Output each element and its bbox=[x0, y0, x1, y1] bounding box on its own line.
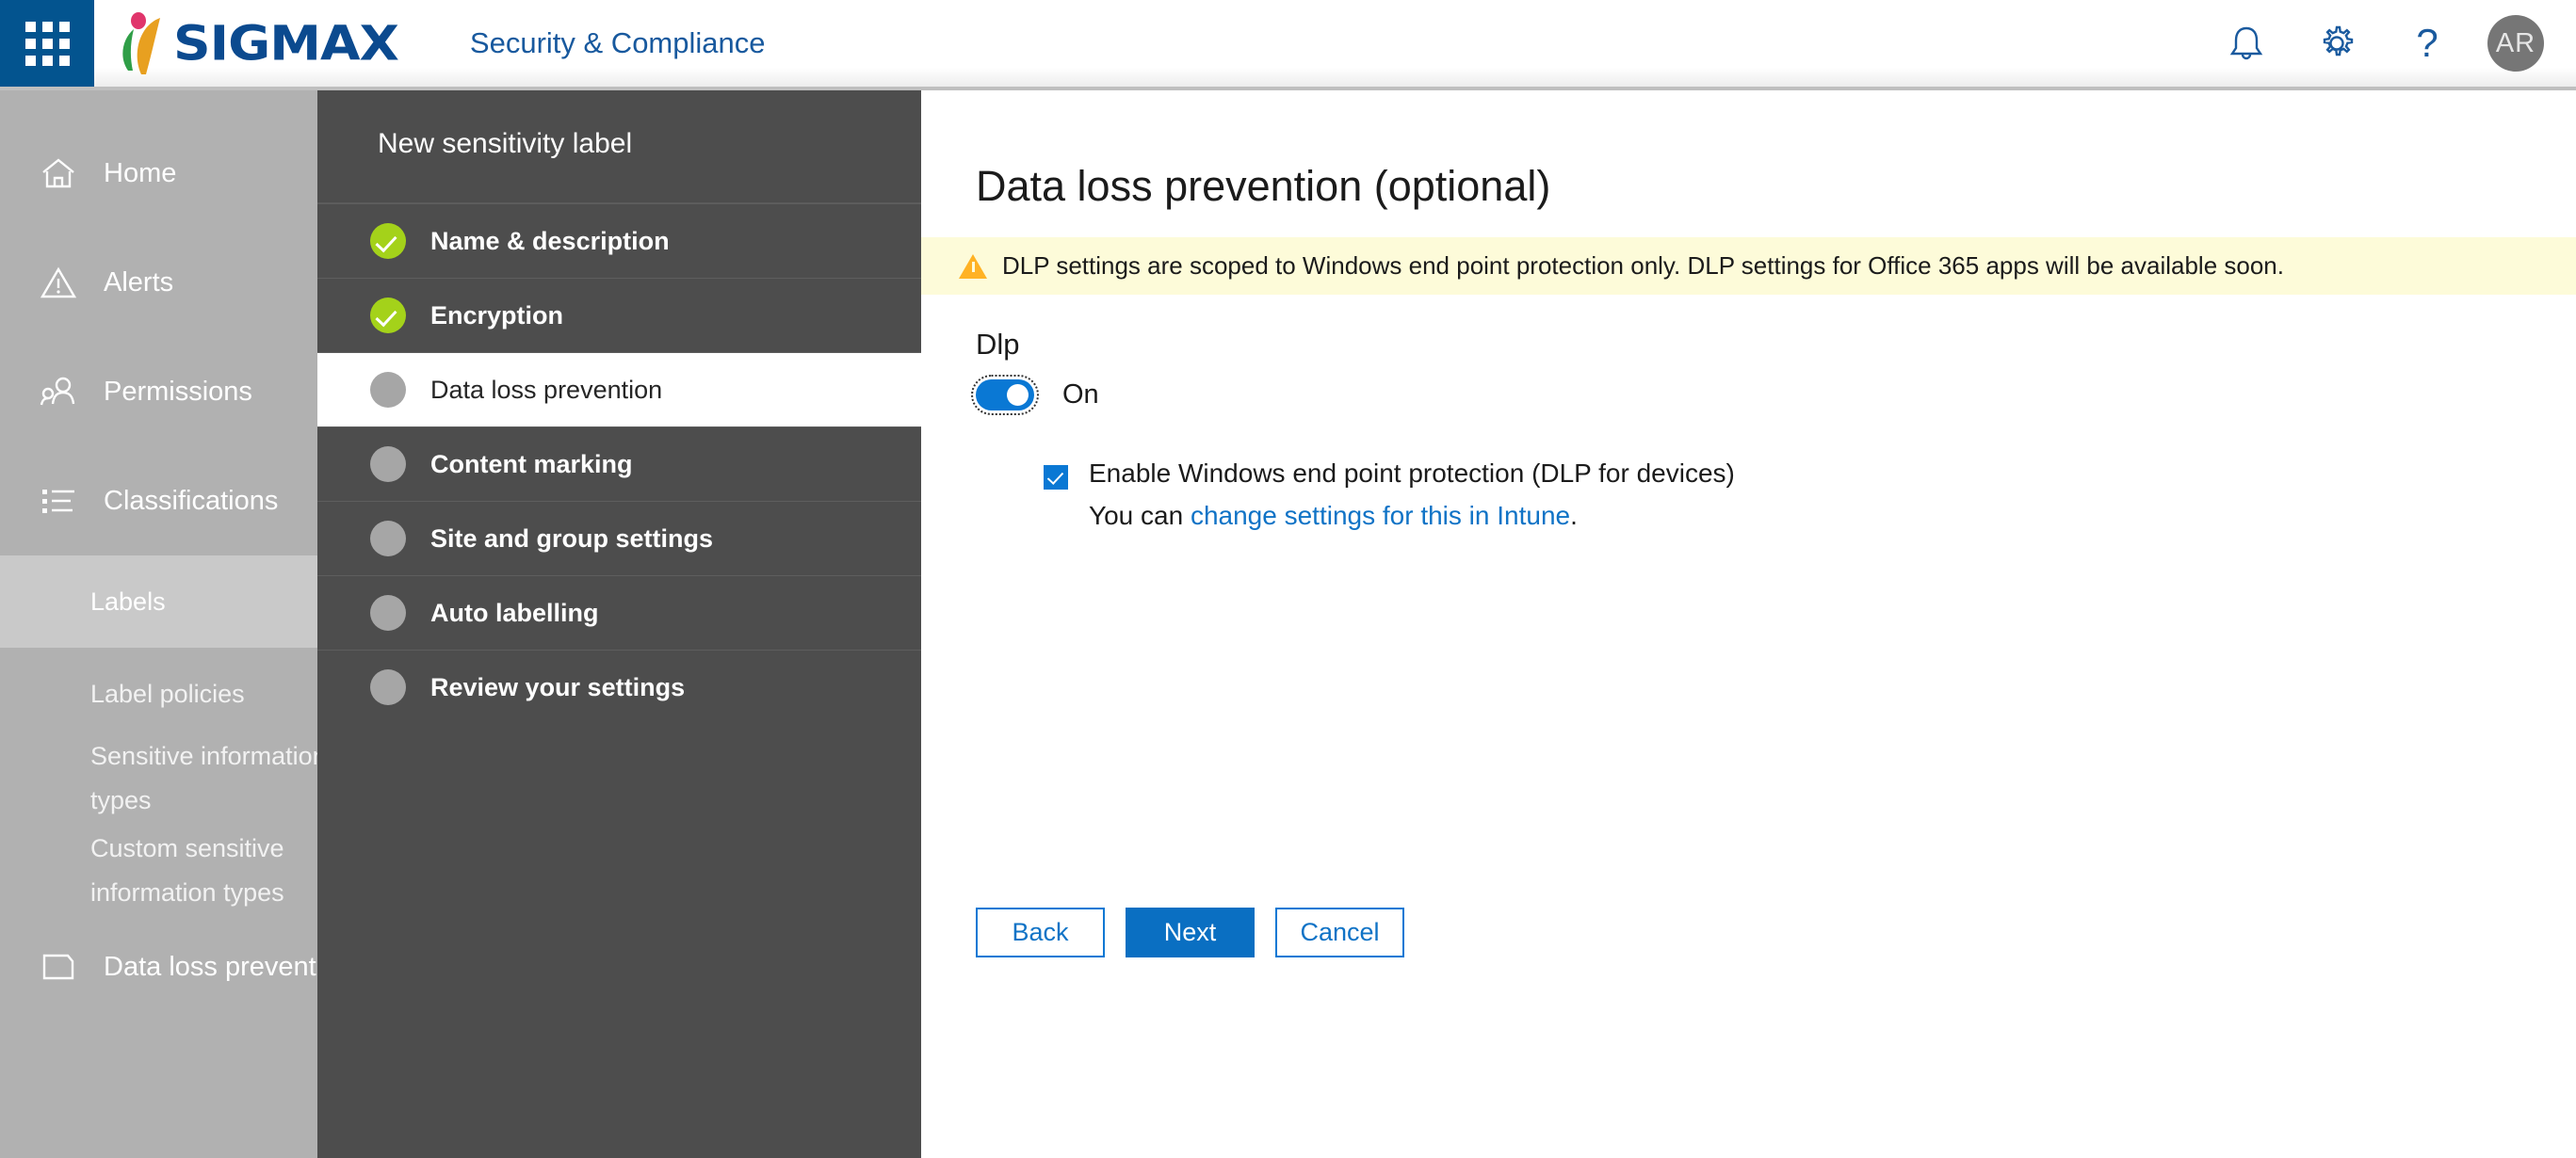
sidebar-item-permissions[interactable]: Permissions bbox=[0, 337, 317, 446]
sidebar-subitem-label: information types bbox=[90, 878, 284, 907]
sidebar-item-alerts[interactable]: Alerts bbox=[0, 228, 317, 337]
wizard-step-label: Encryption bbox=[430, 300, 564, 330]
intune-help-prefix: You can bbox=[1089, 501, 1191, 530]
brand-logo[interactable]: SIGMAX bbox=[94, 0, 399, 87]
step-complete-icon bbox=[370, 223, 406, 259]
wizard-step-data-loss-prevention[interactable]: Data loss prevention bbox=[317, 352, 921, 426]
sigmax-flame-icon bbox=[122, 12, 160, 74]
app-title: Security & Compliance bbox=[469, 26, 766, 59]
wizard-step-label: Site and group settings bbox=[430, 523, 714, 553]
wizard-step-name-description[interactable]: Name & description bbox=[317, 203, 921, 278]
main-content: Data loss prevention (optional) DLP sett… bbox=[921, 90, 2576, 1158]
step-pending-icon bbox=[370, 595, 406, 631]
sidebar-item-label: Home bbox=[104, 157, 177, 188]
dlp-toggle-state-label: On bbox=[1062, 379, 1099, 410]
enable-endpoint-protection-checkbox[interactable] bbox=[1044, 465, 1068, 490]
sidebar-subitem-label: Label policies bbox=[90, 679, 245, 708]
brand-text: SIGMAX bbox=[173, 15, 399, 71]
avatar[interactable]: AR bbox=[2487, 15, 2544, 72]
warning-banner-text: DLP settings are scoped to Windows end p… bbox=[1002, 251, 2284, 280]
list-icon bbox=[38, 480, 79, 522]
step-pending-icon bbox=[370, 669, 406, 705]
top-bar: SIGMAX Security & Compliance ? AR bbox=[0, 0, 2576, 87]
warning-banner: DLP settings are scoped to Windows end p… bbox=[921, 237, 2576, 295]
wizard-step-label: Review your settings bbox=[430, 672, 686, 701]
wizard-step-label: Content marking bbox=[430, 449, 633, 478]
waffle-grid-icon bbox=[24, 21, 70, 66]
app-root: SIGMAX Security & Compliance ? AR Home A… bbox=[0, 0, 2576, 1158]
wizard-step-encryption[interactable]: Encryption bbox=[317, 278, 921, 352]
sidebar-item-custom-sensitive-information-types[interactable]: Custom sensitive bbox=[0, 832, 317, 878]
sidebar-item-home[interactable]: Home bbox=[0, 119, 317, 228]
step-pending-icon bbox=[370, 521, 406, 556]
toggle-knob bbox=[1007, 384, 1029, 406]
enable-endpoint-protection-label: Enable Windows end point protection (DLP… bbox=[1089, 458, 1735, 488]
endpoint-protection-block: Enable Windows end point protection (DLP… bbox=[1044, 458, 1735, 531]
bell-icon bbox=[2229, 26, 2263, 60]
sidebar-item-custom-sensitive-information-types-line2[interactable]: information types bbox=[0, 878, 317, 925]
settings-button[interactable] bbox=[2292, 0, 2382, 87]
people-icon bbox=[38, 371, 79, 412]
dlp-toggle-row: On bbox=[971, 375, 1099, 415]
wizard-action-buttons: Back Next Cancel bbox=[976, 908, 1404, 957]
sidebar-item-label: Data loss prevention bbox=[104, 951, 317, 982]
topbar-actions: ? AR bbox=[2201, 0, 2576, 87]
sidebar-subitem-label: Sensitive information bbox=[90, 742, 317, 770]
sidebar-item-sensitive-information-types-line2[interactable]: types bbox=[0, 786, 317, 832]
wizard-title: New sensitivity label bbox=[317, 90, 921, 203]
sidebar-item-label: Alerts bbox=[104, 266, 174, 298]
sidebar-subitem-label: Custom sensitive bbox=[90, 834, 284, 862]
gear-icon bbox=[2323, 25, 2354, 56]
notifications-button[interactable] bbox=[2201, 0, 2292, 87]
wizard-step-panel: New sensitivity label Name & description… bbox=[317, 90, 921, 1158]
dlp-section-heading: Dlp bbox=[976, 328, 1020, 361]
app-launcher-button[interactable] bbox=[0, 0, 94, 87]
intune-help-text: You can change settings for this in Intu… bbox=[1089, 501, 1735, 531]
sidebar-item-sensitive-information-types[interactable]: Sensitive information bbox=[0, 740, 317, 786]
step-pending-icon bbox=[370, 372, 406, 408]
wizard-step-label: Data loss prevention bbox=[430, 375, 663, 404]
wizard-step-auto-labelling[interactable]: Auto labelling bbox=[317, 575, 921, 650]
sidebar-item-label: Permissions bbox=[104, 376, 252, 407]
sidebar-subitem-label: types bbox=[90, 786, 152, 814]
wizard-step-site-and-group-settings[interactable]: Site and group settings bbox=[317, 501, 921, 575]
warning-triangle-icon bbox=[959, 253, 987, 279]
sidebar-item-classifications[interactable]: Classifications bbox=[0, 446, 317, 555]
endpoint-protection-checkbox-row: Enable Windows end point protection (DLP… bbox=[1044, 458, 1735, 490]
sidebar-item-label-policies[interactable]: Label policies bbox=[0, 648, 317, 740]
intune-help-suffix: . bbox=[1570, 501, 1578, 530]
wizard-step-content-marking[interactable]: Content marking bbox=[317, 426, 921, 501]
help-button[interactable]: ? bbox=[2382, 0, 2472, 87]
sidebar-item-label: Classifications bbox=[104, 485, 279, 516]
left-navigation: Home Alerts Permissions Classifications … bbox=[0, 90, 317, 1158]
dlp-toggle[interactable] bbox=[971, 375, 1039, 415]
sidebar-item-labels[interactable]: Labels bbox=[0, 555, 317, 648]
sidebar-subitem-label: Labels bbox=[90, 587, 166, 616]
warning-triangle-icon bbox=[38, 262, 79, 303]
shield-icon bbox=[38, 946, 79, 988]
wizard-step-label: Auto labelling bbox=[430, 598, 599, 627]
page-title: Data loss prevention (optional) bbox=[976, 162, 1551, 210]
step-complete-icon bbox=[370, 298, 406, 333]
home-icon bbox=[38, 153, 79, 194]
wizard-step-label: Name & description bbox=[430, 226, 670, 255]
next-button[interactable]: Next bbox=[1126, 908, 1255, 957]
cancel-button[interactable]: Cancel bbox=[1275, 908, 1404, 957]
question-mark-icon: ? bbox=[2416, 21, 2438, 65]
step-pending-icon bbox=[370, 446, 406, 482]
back-button[interactable]: Back bbox=[976, 908, 1105, 957]
sidebar-item-data-loss-prevention[interactable]: Data loss prevention bbox=[0, 925, 317, 1009]
intune-settings-link[interactable]: change settings for this in Intune bbox=[1191, 501, 1570, 530]
wizard-step-review-your-settings[interactable]: Review your settings bbox=[317, 650, 921, 724]
